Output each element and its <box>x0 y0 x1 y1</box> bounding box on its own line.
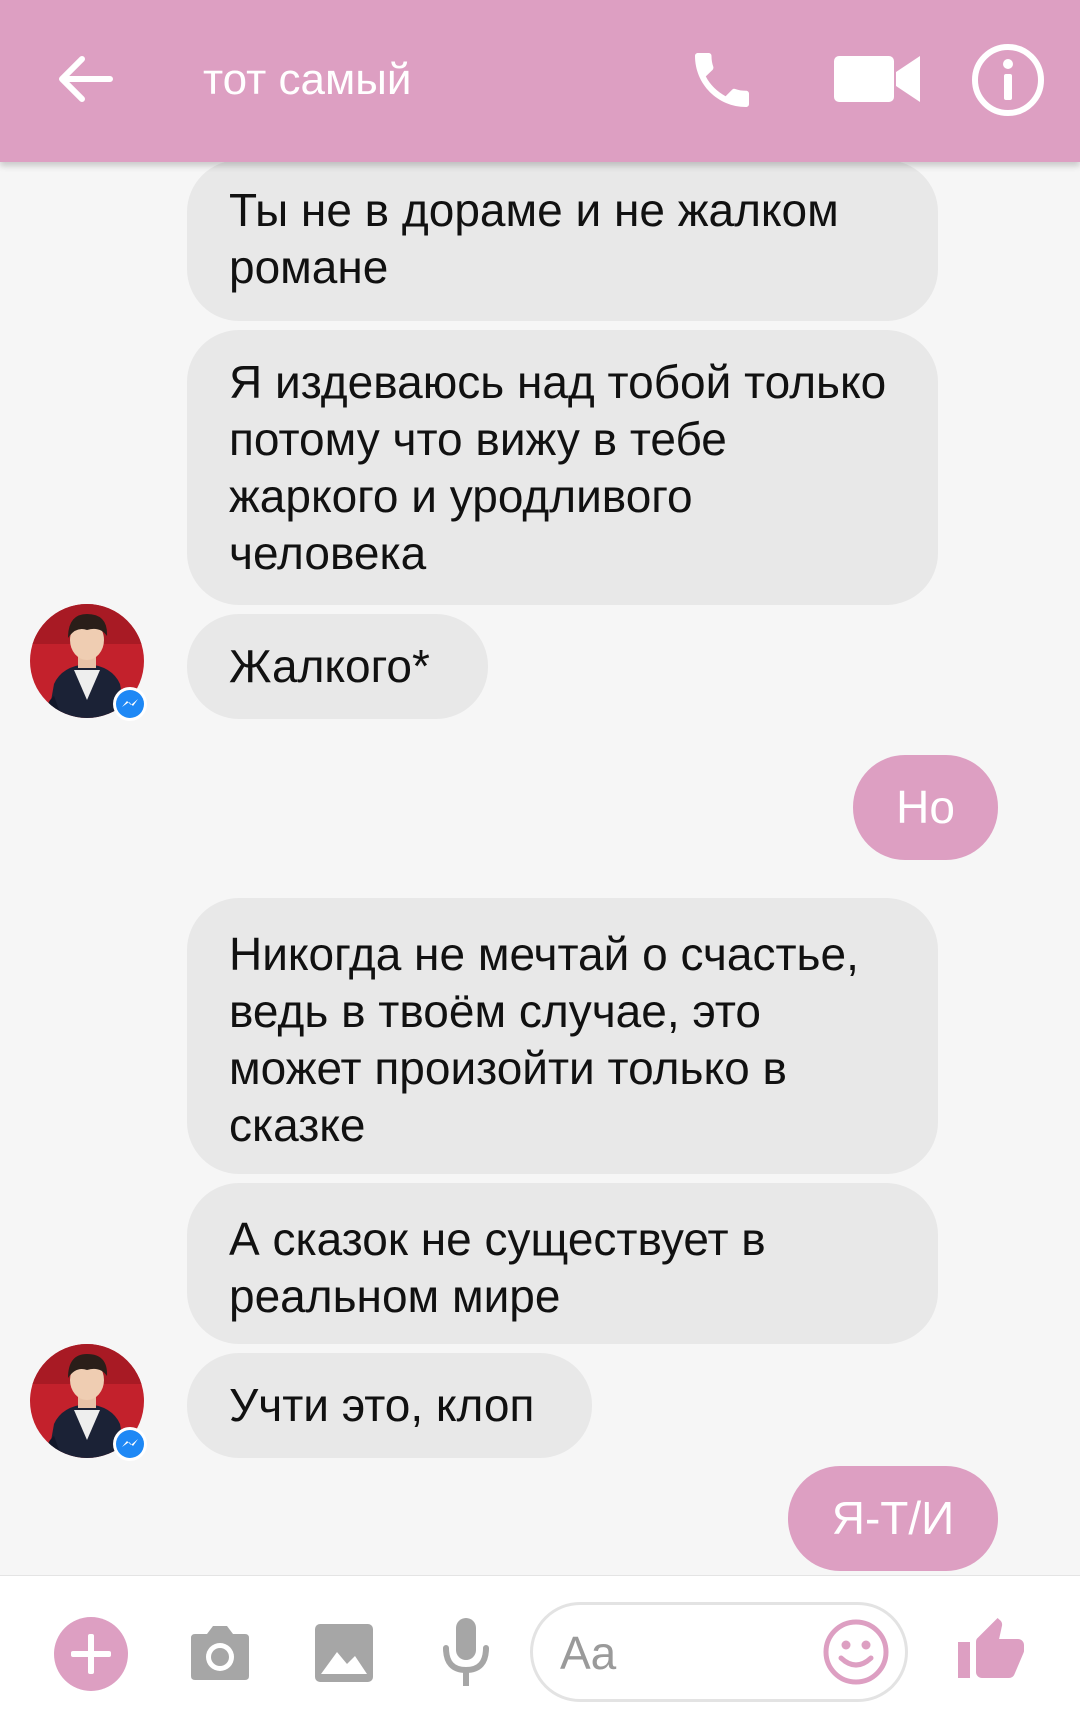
message-text: Никогда не мечтай о счастье, ведь в твоё… <box>229 928 859 1151</box>
contact-avatar[interactable] <box>30 604 147 721</box>
message-bubble-incoming[interactable]: Жалкого* <box>187 614 488 719</box>
message-bubble-incoming[interactable]: Ты не в дораме и не жалком романе <box>187 160 938 321</box>
microphone-icon[interactable] <box>441 1616 491 1690</box>
message-text: Учти это, клоп <box>229 1379 535 1431</box>
message-text: Я издеваюсь над тобой только потому что … <box>229 356 887 579</box>
message-text: Ты не в дораме и не жалком романе <box>229 184 839 293</box>
contact-avatar[interactable] <box>30 1344 147 1461</box>
message-text: А сказок не существует в реальном мире <box>229 1213 766 1322</box>
conversation-header: тот самый <box>0 0 1080 162</box>
message-text: Жалкого* <box>229 640 430 692</box>
thumbs-up-icon[interactable] <box>955 1614 1027 1688</box>
plus-icon[interactable] <box>53 1616 129 1692</box>
conversation-title[interactable]: тот самый <box>203 52 411 108</box>
composer-bar: Aa <box>0 1575 1080 1731</box>
info-icon[interactable] <box>970 42 1046 118</box>
message-bubble-outgoing[interactable]: Но <box>853 755 998 860</box>
emoji-icon[interactable] <box>822 1618 890 1686</box>
message-list[interactable]: Ты не в дораме и не жалком романе Я изде… <box>0 0 1080 1575</box>
video-camera-icon[interactable] <box>830 46 926 112</box>
message-text: Я-Т/И <box>831 1492 955 1544</box>
message-bubble-incoming[interactable]: Учти это, клоп <box>187 1353 592 1458</box>
phone-icon[interactable] <box>686 44 758 116</box>
back-arrow-icon[interactable] <box>50 44 120 114</box>
message-bubble-incoming[interactable]: Никогда не мечтай о счастье, ведь в твоё… <box>187 898 938 1174</box>
camera-icon[interactable] <box>187 1622 253 1684</box>
message-input-placeholder: Aa <box>560 1627 617 1679</box>
message-bubble-incoming[interactable]: А сказок не существует в реальном мире <box>187 1183 938 1344</box>
image-icon[interactable] <box>313 1622 375 1684</box>
message-text: Но <box>896 781 955 833</box>
message-bubble-outgoing[interactable]: Я-Т/И <box>788 1466 998 1571</box>
message-bubble-incoming[interactable]: Я издеваюсь над тобой только потому что … <box>187 330 938 605</box>
messenger-badge-icon <box>113 1427 147 1461</box>
messenger-badge-icon <box>113 687 147 721</box>
